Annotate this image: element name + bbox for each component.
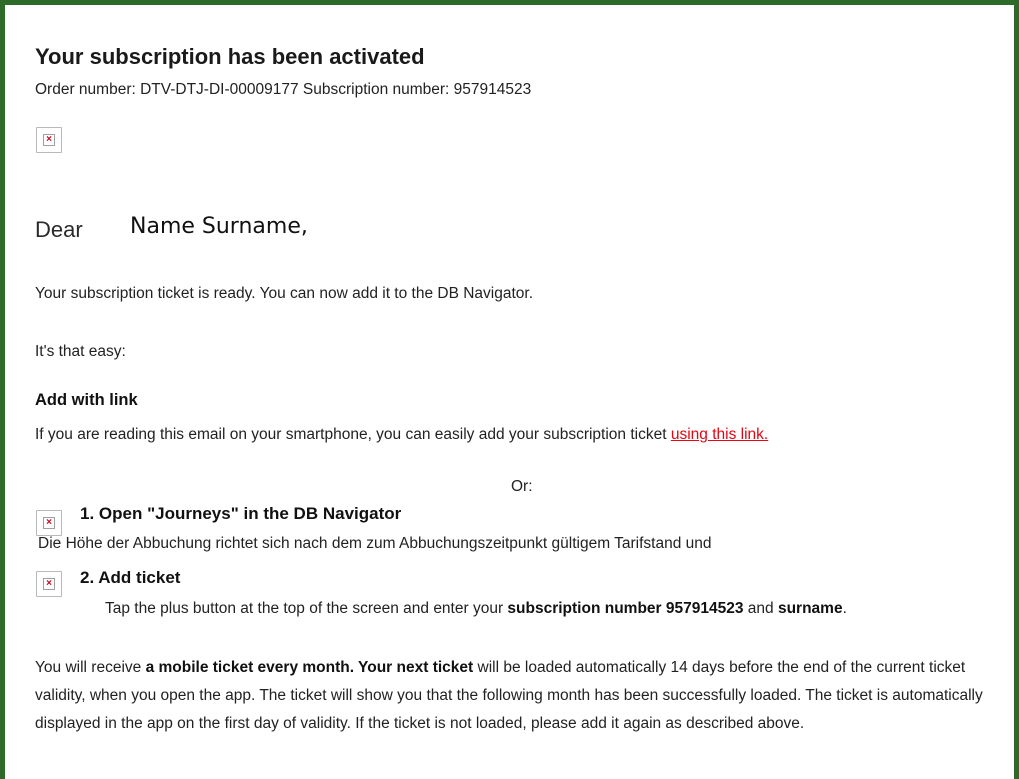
or-separator: Or: [511,478,533,495]
link-paragraph: If you are reading this email on your sm… [35,426,768,444]
para-bold: a mobile ticket every month. Your next t… [145,659,474,676]
greeting-word: Dear [35,217,83,242]
add-with-link-heading: Add with link [35,391,138,409]
order-line: Order number: DTV-DTJ-DI-00009177 Subscr… [35,81,532,98]
email-title: Your subscription has been activated [35,44,425,69]
broken-image-icon: × [36,127,62,153]
greeting-name: Name Surname, [130,214,308,239]
step2-instructions: Tap the plus button at the top of the sc… [105,600,847,618]
add-ticket-link[interactable]: using this link. [671,426,768,443]
step2-title: 2. Add ticket [80,568,181,587]
broken-image-icon: × [36,571,62,597]
tap-and-text: and [743,600,778,617]
broken-image-icon: × [36,510,62,536]
step1-title: 1. Open "Journeys" in the DB Navigator [80,504,402,523]
para-text-1: You will receive [35,659,146,676]
link-intro-text: If you are reading this email on your sm… [35,426,671,443]
monthly-ticket-paragraph: You will receive a mobile ticket every m… [35,654,1000,738]
easy-text: It's that easy: [35,343,126,360]
subscription-number-bold: subscription number 957914523 [507,600,744,617]
tap-text: Tap the plus button at the top of the sc… [105,600,508,617]
ready-text: Your subscription ticket is ready. You c… [35,285,534,302]
surname-bold: surname [777,600,843,617]
step1-overlay-text: Die Höhe der Abbuchung richtet sich nach… [38,535,712,552]
tap-end-text: . [842,600,847,617]
